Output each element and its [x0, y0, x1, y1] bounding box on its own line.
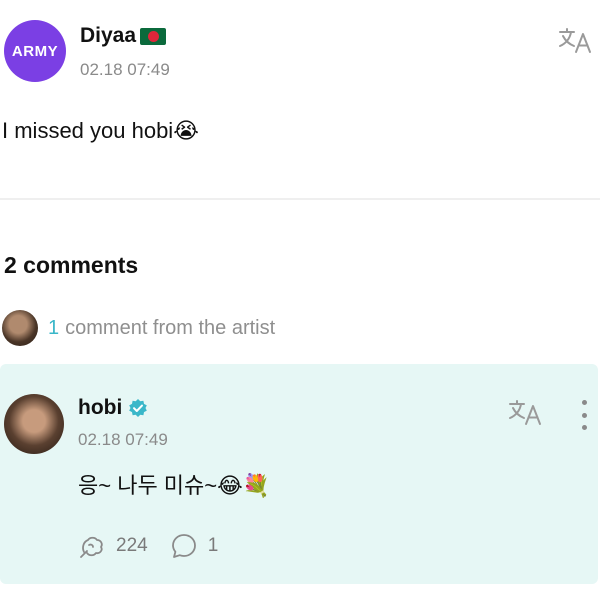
author-name-row[interactable]: Diyaa: [80, 24, 167, 48]
author-avatar-text: ARMY: [11, 42, 59, 60]
artist-comment-card: hobi 02.18 07:49 응~ 나두 미슈~😂💐 224 1: [0, 364, 598, 584]
comment-author-avatar[interactable]: [4, 394, 64, 454]
artist-avatar: [2, 310, 38, 346]
comment-translate-icon[interactable]: [508, 398, 544, 428]
more-dot: [581, 412, 587, 418]
post-text: I missed you hobi😭: [2, 118, 199, 143]
more-dot: [581, 425, 587, 430]
post-header: ARMY Diyaa 02.18 07:49: [0, 18, 600, 88]
comment-author-row[interactable]: hobi: [78, 396, 148, 420]
artist-comment-label: comment from the artist: [65, 316, 276, 339]
more-options-icon[interactable]: [574, 400, 594, 430]
post-page: ARMY Diyaa 02.18 07:49 I missed you hobi…: [0, 0, 600, 600]
comment-timestamp: 02.18 07:49: [78, 430, 168, 449]
reply-bubble-icon: [171, 534, 196, 558]
divider: [0, 198, 600, 200]
author-avatar[interactable]: ARMY: [4, 20, 66, 82]
artist-comment-count: 1: [48, 316, 60, 339]
more-dot: [581, 400, 587, 405]
comment-author-name: hobi: [78, 396, 123, 419]
verified-badge-icon: [129, 399, 148, 417]
reply-button[interactable]: 1: [170, 532, 219, 560]
comment-actions: 224 1: [78, 532, 240, 560]
comments-title: 2 comments: [4, 252, 139, 278]
like-count: 224: [116, 535, 148, 556]
artist-comments-filter[interactable]: 1 comment from the artist: [0, 308, 600, 348]
like-button[interactable]: 224: [78, 532, 148, 560]
bangladesh-flag-icon: [140, 27, 167, 45]
reply-count: 1: [207, 535, 219, 556]
translate-icon[interactable]: [558, 26, 594, 56]
post-timestamp: 02.18 07:49: [80, 60, 170, 79]
like-icon: [80, 536, 103, 558]
author-name: Diyaa: [80, 24, 137, 47]
comment-text: 응~ 나두 미슈~😂💐: [78, 473, 271, 498]
